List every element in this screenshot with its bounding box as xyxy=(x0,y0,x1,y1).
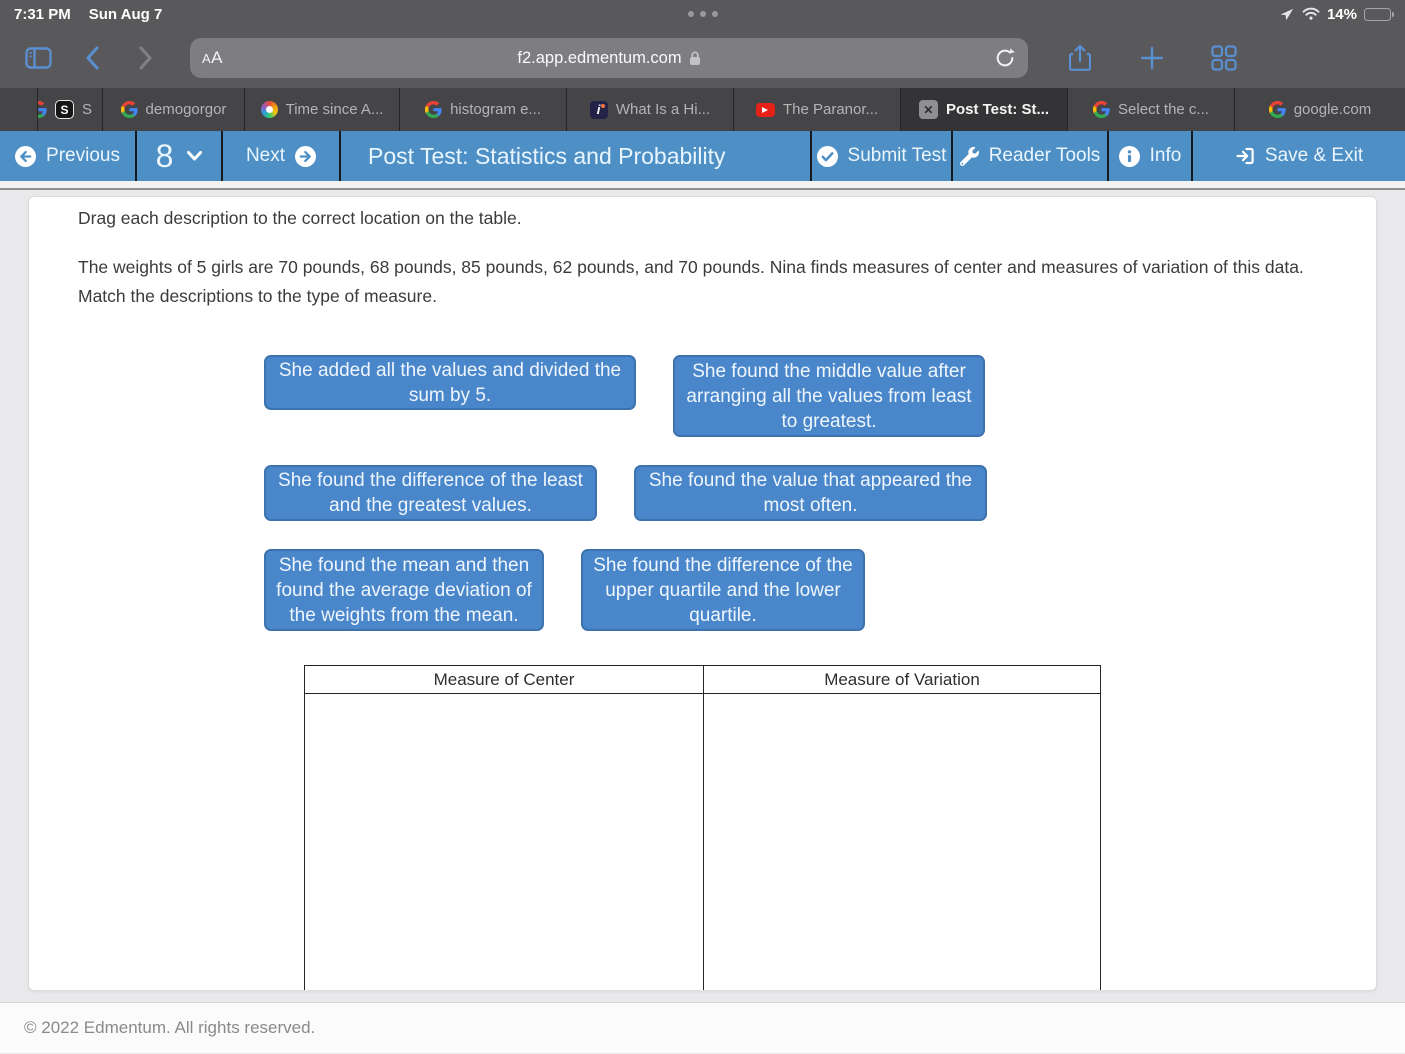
tab-label: What Is a Hi... xyxy=(615,101,711,118)
tab-histogram[interactable]: histogram e... xyxy=(400,88,567,131)
close-tab-icon[interactable]: ✕ xyxy=(918,100,938,119)
tab-label: demogorgor xyxy=(145,101,227,118)
wrench-icon xyxy=(959,146,979,166)
answer-table: Measure of Center Measure of Variation xyxy=(304,665,1101,990)
drag-tile-median[interactable]: She found the middle value after arrangi… xyxy=(673,355,985,437)
column-header-variation: Measure of Variation xyxy=(824,669,980,689)
save-exit-button[interactable]: Save & Exit xyxy=(1193,131,1405,181)
battery-icon xyxy=(1364,7,1394,21)
tab-time-since[interactable]: Time since A... xyxy=(245,88,400,131)
tab-label: The Paranor... xyxy=(782,101,879,118)
url-text: f2.app.edmentum.com xyxy=(517,48,682,67)
drag-tile-iqr[interactable]: She found the difference of the upper qu… xyxy=(581,549,865,631)
reload-button[interactable] xyxy=(994,46,1018,70)
tab-label: Time since A... xyxy=(285,101,384,118)
tab-stub[interactable] xyxy=(0,88,38,131)
question-card: Drag each description to the correct loc… xyxy=(28,196,1377,991)
share-button[interactable] xyxy=(1058,36,1102,80)
multitask-dots-icon xyxy=(687,11,718,17)
submit-test-button[interactable]: Submit Test xyxy=(812,131,953,181)
clock: 7:31 PM xyxy=(14,5,71,23)
arrow-circle-right-icon xyxy=(295,145,317,167)
forward-button[interactable] xyxy=(124,36,168,80)
column-header-center: Measure of Center xyxy=(305,666,704,693)
google-icon xyxy=(1268,101,1286,118)
page-footer: © 2022 Edmentum. All rights reserved. xyxy=(0,1002,1405,1053)
s-app-icon: S xyxy=(55,100,74,119)
tab-paranormal[interactable]: The Paranor... xyxy=(734,88,901,131)
next-button[interactable]: Next xyxy=(223,131,341,181)
new-tab-button[interactable] xyxy=(1130,36,1174,80)
wifi-icon xyxy=(1302,7,1320,21)
copyright-text: © 2022 Edmentum. All rights reserved. xyxy=(24,1018,316,1037)
drag-tile-mode[interactable]: She found the value that appeared the mo… xyxy=(634,465,987,521)
youtube-icon xyxy=(755,102,775,117)
tab-label: google.com xyxy=(1293,101,1372,118)
drag-tile-mean[interactable]: She added all the values and divided the… xyxy=(264,355,636,410)
google-icon xyxy=(120,101,138,118)
content-area: Drag each description to the correct loc… xyxy=(0,190,1405,1002)
arrow-circle-left-icon xyxy=(15,145,37,167)
check-circle-icon xyxy=(816,145,838,167)
question-instruction: Drag each description to the correct loc… xyxy=(78,208,522,228)
tab-partial-s[interactable]: S S xyxy=(38,88,103,131)
investopedia-icon: i xyxy=(589,100,608,119)
tab-demogorgon[interactable]: demogorgor xyxy=(103,88,245,131)
tab-label: S xyxy=(82,101,93,118)
lock-icon xyxy=(689,51,701,66)
previous-button[interactable]: Previous xyxy=(0,131,137,181)
safari-toolbar: AA f2.app.edmentum.com xyxy=(0,28,1405,88)
test-title: Post Test: Statistics and Probability xyxy=(341,131,812,181)
ipad-screen: 7:31 PM Sun Aug 7 14% AA f2.app.edmentum… xyxy=(0,0,1405,1054)
clipped-favicon xyxy=(38,101,47,118)
sign-out-icon xyxy=(1236,147,1254,165)
drop-zone-measure-of-center[interactable] xyxy=(305,694,704,990)
tab-bar: S S demogorgor Time since A... histogram… xyxy=(0,88,1405,131)
tab-what-is[interactable]: i What Is a Hi... xyxy=(567,88,734,131)
sidebar-toggle-button[interactable] xyxy=(16,36,60,80)
google-icon xyxy=(425,101,442,118)
chevron-down-icon xyxy=(187,151,203,161)
question-prompt: The weights of 5 girls are 70 pounds, 68… xyxy=(78,257,1304,306)
reader-tools-button[interactable]: Reader Tools xyxy=(953,131,1109,181)
tab-select-the[interactable]: Select the c... xyxy=(1068,88,1235,131)
tab-label: Post Test: St... xyxy=(945,101,1050,118)
question-select-dropdown[interactable]: 8 xyxy=(137,131,223,181)
test-toolbar: Previous 8 Next Post Test: Statistics an… xyxy=(0,131,1405,181)
address-bar[interactable]: AA f2.app.edmentum.com xyxy=(190,38,1028,78)
tab-label: histogram e... xyxy=(450,101,541,118)
drag-tile-range[interactable]: She found the difference of the least an… xyxy=(264,465,597,521)
drop-zone-measure-of-variation[interactable] xyxy=(704,694,1100,990)
info-circle-icon xyxy=(1118,145,1140,167)
tab-label: Select the c... xyxy=(1118,101,1209,118)
tab-google[interactable]: google.com xyxy=(1235,88,1405,131)
location-icon xyxy=(1280,7,1295,22)
tab-overview-button[interactable] xyxy=(1202,36,1246,80)
subheader-strip xyxy=(0,181,1405,190)
info-button[interactable]: Info xyxy=(1109,131,1193,181)
tab-post-test[interactable]: ✕ Post Test: St... xyxy=(901,88,1068,131)
date: Sun Aug 7 xyxy=(88,5,163,23)
battery-percent: 14% xyxy=(1326,5,1357,23)
google-icon xyxy=(1093,101,1110,118)
drag-tile-mean-deviation[interactable]: She found the mean and then found the av… xyxy=(264,549,544,631)
palette-icon xyxy=(260,101,278,118)
status-bar: 7:31 PM Sun Aug 7 14% xyxy=(0,0,1405,28)
back-button[interactable] xyxy=(70,36,114,80)
